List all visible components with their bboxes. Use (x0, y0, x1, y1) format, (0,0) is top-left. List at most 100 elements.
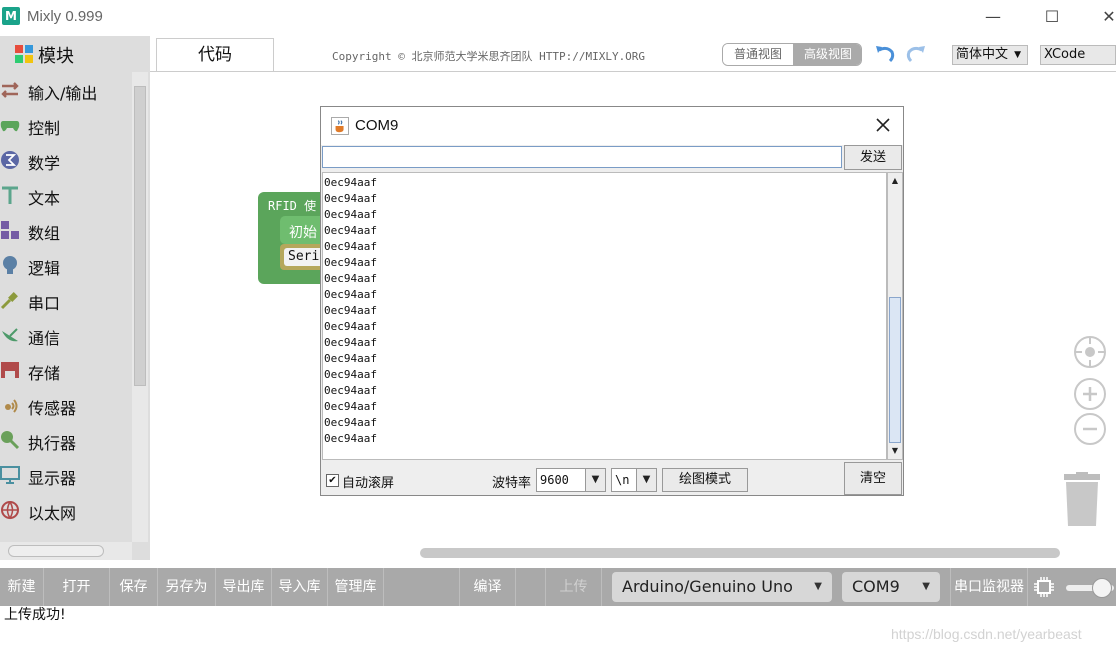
sidebar-item-label: 输入/输出 (28, 84, 98, 103)
close-window-button[interactable]: ✕ (1094, 6, 1116, 28)
puzzle-icon (15, 45, 33, 63)
board-select[interactable]: Arduino/Genuino Uno ▼ (612, 572, 832, 602)
language-value: 简体中文 (956, 47, 1009, 62)
block-category-sidebar: 模块 输入/输出 控制 数学 文本 数组 逻辑 串口 通信 存储 传感器 执行器… (0, 36, 150, 560)
manage-library-button[interactable]: 管理库 (328, 568, 384, 606)
serial-output-line: 0ec94aaf (324, 176, 377, 189)
chevron-down-icon[interactable]: ▼ (585, 469, 605, 491)
sidebar-item-sensor[interactable]: 传感器 (0, 389, 132, 423)
copyright-text: Copyright © 北京师范大学米思齐团队 HTTP://MIXLY.ORG (332, 50, 646, 63)
sidebar-title: 模块 (38, 46, 74, 67)
sidebar-item-array[interactable]: 数组 (0, 214, 132, 248)
scrollbar-thumb[interactable] (8, 545, 104, 557)
scrollbar-thumb[interactable] (134, 86, 146, 386)
zoom-out-icon[interactable] (1074, 413, 1106, 445)
autoscroll-label: 自动滚屏 (342, 476, 395, 491)
open-button[interactable]: 打开 (44, 568, 110, 606)
sidebar-item-storage[interactable]: 存储 (0, 354, 132, 388)
tab-code[interactable]: 代码 (156, 38, 274, 72)
import-library-button[interactable]: 导入库 (272, 568, 328, 606)
sidebar-item-text[interactable]: 文本 (0, 179, 132, 213)
serial-output-line: 0ec94aaf (324, 352, 377, 365)
toolbar-spacer (384, 568, 460, 606)
satellite-icon (2, 328, 18, 342)
clear-button[interactable]: 清空 (844, 462, 902, 495)
scroll-up-arrow-icon[interactable]: ▲ (889, 175, 901, 187)
sidebar-horizontal-scrollbar[interactable] (0, 542, 132, 560)
workspace-horizontal-scrollbar[interactable] (420, 548, 1060, 558)
export-library-button[interactable]: 导出库 (216, 568, 272, 606)
sidebar-item-display[interactable]: 显示器 (0, 459, 132, 493)
serial-monitor-button[interactable]: 串口监视器 (950, 568, 1028, 606)
scroll-down-arrow-icon[interactable]: ▼ (889, 445, 901, 457)
board-value: Arduino/Genuino Uno (622, 577, 793, 596)
save-button[interactable]: 保存 (110, 568, 158, 606)
editor-select[interactable]: XCode (1040, 45, 1116, 65)
blocks-array-icon (1, 221, 19, 239)
sidebar-item-logic[interactable]: 逻辑 (0, 249, 132, 283)
chip-icon[interactable] (1033, 576, 1055, 598)
lightbulb-icon (3, 256, 17, 274)
redo-icon[interactable] (904, 42, 928, 66)
autoscroll-checkbox[interactable]: ✔ (326, 474, 339, 487)
new-button[interactable]: 新建 (0, 568, 44, 606)
recenter-icon[interactable] (1074, 336, 1106, 368)
compile-button[interactable]: 编译 (460, 568, 516, 606)
serial-send-input[interactable] (322, 146, 842, 168)
sidebar-item-actuator[interactable]: 执行器 (0, 424, 132, 458)
serial-monitor-dialog: COM9 发送 0ec94aaf 0ec94aaf 0ec94aaf 0ec94aaf… (320, 106, 904, 496)
toolbar-spacer (516, 568, 546, 606)
serial-output-line: 0ec94aaf (324, 224, 377, 237)
serial-output-line: 0ec94aaf (324, 272, 377, 285)
plot-mode-button[interactable]: 绘图模式 (662, 468, 748, 492)
chevron-down-icon[interactable]: ▼ (636, 469, 656, 491)
sigma-icon (1, 151, 19, 169)
java-cup-icon (331, 117, 349, 135)
advanced-view-button[interactable]: 高级视图 (793, 44, 861, 65)
upload-button[interactable]: 上传 (546, 568, 602, 606)
sidebar-item-control[interactable]: 控制 (0, 109, 132, 143)
gamepad-icon (0, 121, 20, 132)
sidebar-item-label: 存储 (28, 364, 61, 383)
serial-output-line: 0ec94aaf (324, 336, 377, 349)
sidebar-header: 模块 (0, 36, 150, 70)
sidebar-item-math[interactable]: 数学 (0, 144, 132, 178)
send-button[interactable]: 发送 (844, 145, 902, 170)
dialog-title-bar: COM9 (321, 107, 903, 145)
language-select[interactable]: 简体中文 ▼ (952, 45, 1028, 65)
serial-output-line: 0ec94aaf (324, 368, 377, 381)
serial-output-lines: 0ec94aaf 0ec94aaf 0ec94aaf 0ec94aaf 0ec94aaf… (324, 175, 377, 447)
dialog-title: COM9 (355, 117, 399, 134)
normal-view-button[interactable]: 普通视图 (723, 44, 793, 65)
minimize-button[interactable]: — (978, 6, 1008, 28)
io-arrows-icon (1, 82, 19, 98)
serial-output-line: 0ec94aaf (324, 240, 377, 253)
sidebar-item-label: 串口 (28, 294, 61, 313)
sidebar-item-serial[interactable]: 串口 (0, 284, 132, 318)
window-title: Mixly 0.999 (27, 8, 103, 25)
serial-output-line: 0ec94aaf (324, 416, 377, 429)
sidebar-item-communication[interactable]: 通信 (0, 319, 132, 353)
save-as-button[interactable]: 另存为 (158, 568, 216, 606)
mixly-logo-icon: M (2, 7, 20, 25)
zoom-slider-handle[interactable] (1092, 578, 1112, 598)
storage-icon (1, 362, 19, 378)
serial-output-scrollbar[interactable]: ▲ ▼ (887, 172, 903, 460)
status-message: 上传成功! (4, 607, 66, 623)
serial-output-line: 0ec94aaf (324, 192, 377, 205)
chevron-down-icon: ▼ (922, 581, 930, 592)
sidebar-vertical-scrollbar[interactable] (132, 72, 148, 542)
baud-rate-label: 波特率 (492, 476, 532, 491)
undo-icon[interactable] (873, 42, 897, 66)
scrollbar-thumb[interactable] (889, 297, 901, 443)
port-select[interactable]: COM9 ▼ (842, 572, 940, 602)
chevron-down-icon: ▼ (814, 581, 822, 592)
zoom-in-icon[interactable] (1074, 378, 1106, 410)
sidebar-item-io[interactable]: 输入/输出 (0, 74, 132, 108)
serial-output-area[interactable]: 0ec94aaf 0ec94aaf 0ec94aaf 0ec94aaf 0ec94aaf… (322, 172, 887, 460)
maximize-button[interactable]: ☐ (1037, 6, 1067, 28)
sidebar-item-label: 数组 (28, 224, 61, 243)
close-dialog-button[interactable] (871, 113, 895, 137)
sidebar-item-ethernet[interactable]: 以太网 (0, 494, 132, 528)
trash-icon[interactable] (1062, 472, 1102, 526)
